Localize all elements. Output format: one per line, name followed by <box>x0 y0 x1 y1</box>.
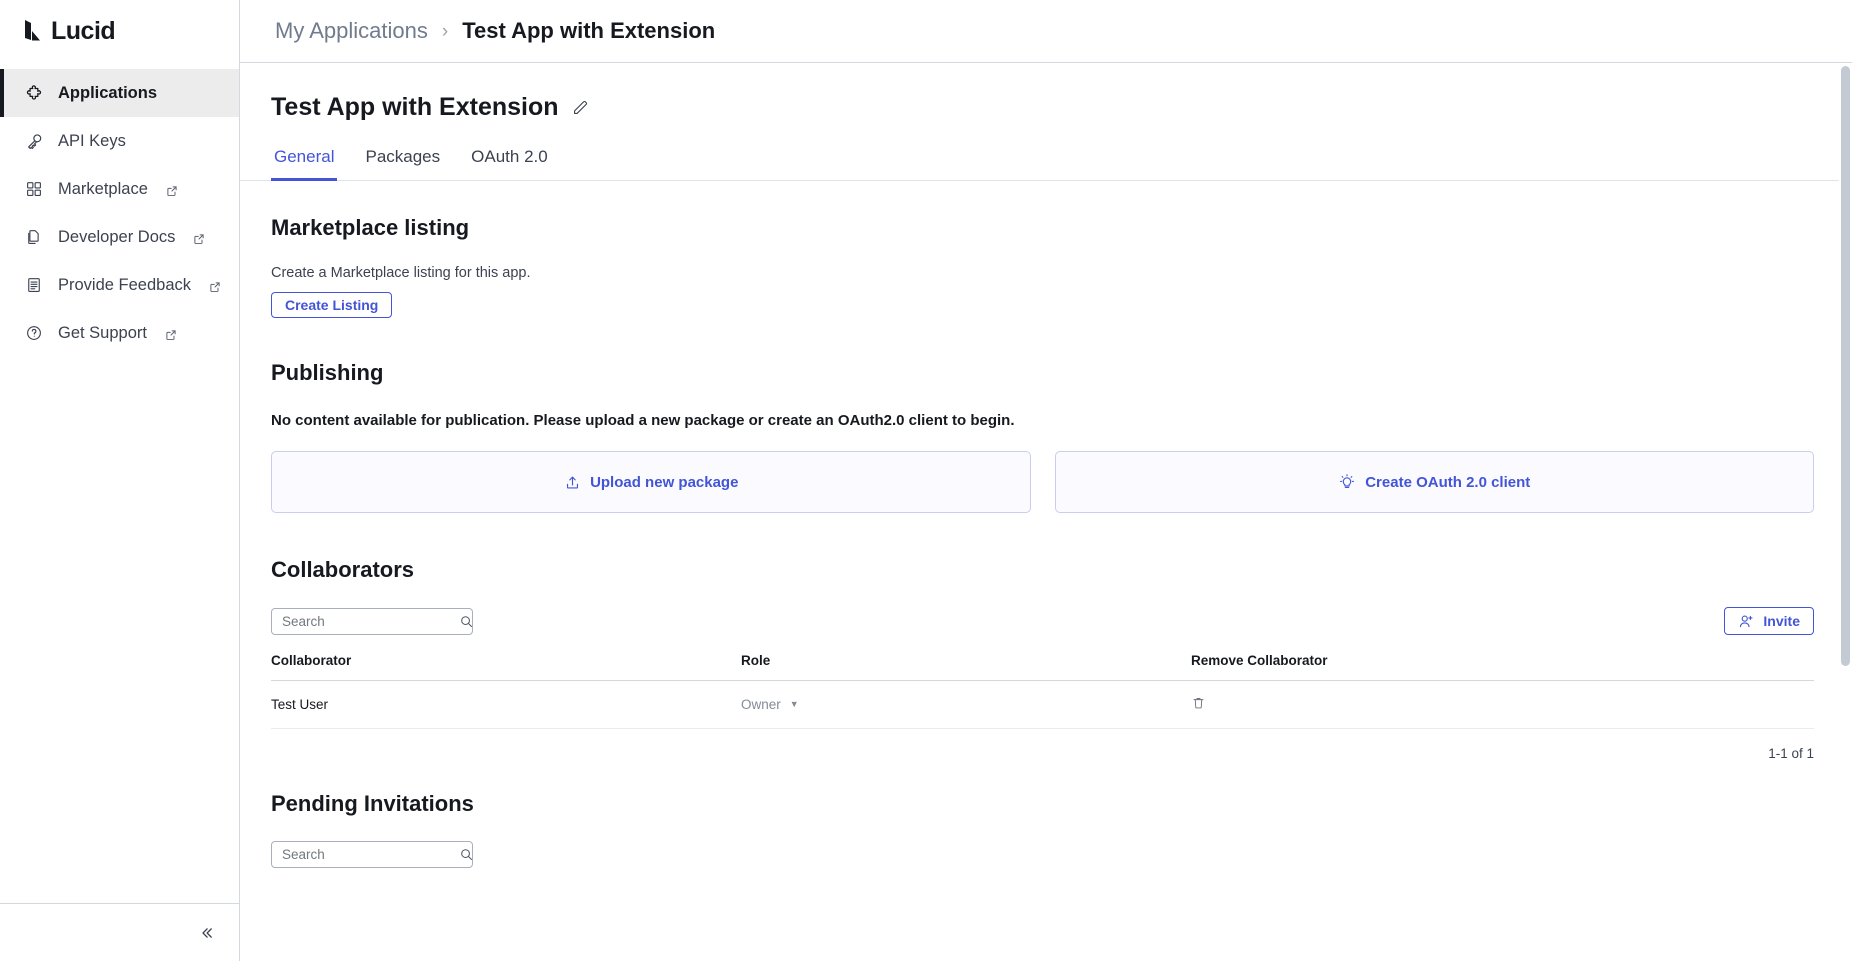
sidebar-nav: Applications API Keys Marketplace Develo… <box>0 63 239 357</box>
pencil-icon[interactable] <box>571 98 590 117</box>
column-header-remove-collaborator: Remove Collaborator <box>1191 653 1814 681</box>
breadcrumb-current: Test App with Extension <box>462 18 716 43</box>
pending-invitations-toolbar <box>271 841 1814 868</box>
sidebar-item-marketplace[interactable]: Marketplace <box>0 165 239 213</box>
collaborators-search-box[interactable] <box>271 607 474 635</box>
tab-packages[interactable]: Packages <box>362 147 443 181</box>
brand-header: Lucid <box>0 0 239 63</box>
invite-button-label: Invite <box>1763 613 1800 629</box>
cell-collaborator-name: Test User <box>271 680 741 729</box>
collaborators-section: Collaborators Search Invite Collaborator… <box>240 513 1852 761</box>
sidebar-item-label: Applications <box>58 83 158 102</box>
document-lines-icon <box>24 275 44 295</box>
main-area: My Applications › Test App with Extensio… <box>240 0 1852 961</box>
upload-icon <box>563 473 581 491</box>
chevron-double-left-icon[interactable] <box>191 918 221 948</box>
app-root: Lucid Applications API Keys Marketplace … <box>0 0 1852 961</box>
marketplace-heading: Marketplace listing <box>271 215 470 240</box>
key-icon <box>24 131 44 151</box>
upload-new-package-label: Upload new package <box>590 473 739 491</box>
search-icon[interactable] <box>459 847 474 862</box>
publishing-notice: No content available for publication. Pl… <box>271 412 1015 429</box>
vertical-scrollbar[interactable] <box>1839 63 1852 961</box>
invite-button[interactable]: Invite <box>1724 607 1814 635</box>
collaborators-heading: Collaborators <box>271 557 415 582</box>
marketplace-description: Create a Marketplace listing for this ap… <box>271 265 531 281</box>
sidebar-footer <box>0 903 239 961</box>
table-header-row: Collaborator Role Remove Collaborator <box>271 653 1814 681</box>
role-value: Owner <box>741 697 781 712</box>
external-link-icon <box>165 327 177 340</box>
sidebar-item-label: Get Support <box>58 323 147 342</box>
external-link-icon <box>166 183 178 196</box>
create-oauth-client-card[interactable]: Create OAuth 2.0 client <box>1054 451 1814 513</box>
collaborators-search-input[interactable] <box>282 613 459 629</box>
grid-icon <box>24 179 44 199</box>
trash-icon[interactable] <box>1191 695 1206 712</box>
collaborators-table: Collaborator Role Remove Collaborator Te… <box>271 653 1814 729</box>
collaborators-pagination: 1-1 of 1 <box>1768 746 1814 761</box>
documents-icon <box>24 227 44 247</box>
cell-role: Owner ▼ <box>741 680 1191 729</box>
upload-new-package-card[interactable]: Upload new package <box>271 451 1031 513</box>
sidebar-item-applications[interactable]: Applications <box>0 69 239 117</box>
sidebar: Lucid Applications API Keys Marketplace … <box>0 0 240 961</box>
sidebar-item-developer-docs[interactable]: Developer Docs <box>0 213 239 261</box>
sidebar-item-provide-feedback[interactable]: Provide Feedback <box>0 261 239 309</box>
brand-logo[interactable]: Lucid <box>22 16 116 45</box>
breadcrumb-parent-link[interactable]: My Applications <box>275 18 428 44</box>
cell-remove-collaborator <box>1191 680 1814 729</box>
external-link-icon <box>209 279 221 292</box>
question-circle-icon <box>24 323 44 343</box>
collaborators-toolbar: Invite <box>271 607 1814 635</box>
column-header-role: Role <box>741 653 1191 681</box>
puzzle-icon <box>24 83 44 103</box>
sidebar-item-api-keys[interactable]: API Keys <box>0 117 239 165</box>
breadcrumb-separator-icon: › <box>441 20 449 42</box>
breadcrumb: My Applications › Test App with Extensio… <box>275 18 715 44</box>
marketplace-listing-section: Marketplace listing Create a Marketplace… <box>240 181 1852 318</box>
publishing-actions: Upload new package Create OAuth 2.0 clie… <box>271 451 1814 513</box>
publishing-section: Publishing No content available for publ… <box>240 318 1852 513</box>
sidebar-item-label: Provide Feedback <box>58 275 191 294</box>
top-bar: My Applications › Test App with Extensio… <box>240 0 1852 63</box>
table-row: Test User Owner ▼ <box>271 680 1814 729</box>
pending-invitations-heading: Pending Invitations <box>271 791 474 816</box>
page-title: Test App with Extension <box>271 93 559 121</box>
content-scroll-area: Test App with Extension General Packages… <box>240 63 1852 961</box>
sidebar-item-label: Marketplace <box>58 179 148 198</box>
scrollbar-thumb[interactable] <box>1841 66 1850 666</box>
create-oauth-client-label: Create OAuth 2.0 client <box>1365 473 1531 491</box>
user-plus-icon <box>1738 613 1755 630</box>
lucid-logo-mark-icon <box>22 19 44 43</box>
column-header-collaborator: Collaborator <box>271 653 741 681</box>
sidebar-item-get-support[interactable]: Get Support <box>0 309 239 357</box>
role-dropdown[interactable]: Owner ▼ <box>741 697 799 712</box>
tab-oauth-2-0[interactable]: OAuth 2.0 <box>468 147 551 181</box>
pending-invitations-search-input[interactable] <box>282 847 459 862</box>
tab-bar: General Packages OAuth 2.0 <box>240 146 1852 181</box>
pending-invitations-section: Pending Invitations <box>240 761 1852 868</box>
lightbulb-icon <box>1338 473 1356 491</box>
page-header: Test App with Extension <box>240 63 1852 122</box>
sidebar-item-label: Developer Docs <box>58 227 176 246</box>
create-listing-button[interactable]: Create Listing <box>271 292 393 318</box>
sidebar-item-label: API Keys <box>58 131 126 150</box>
chevron-down-icon: ▼ <box>789 699 799 709</box>
publishing-heading: Publishing <box>271 360 384 385</box>
tab-general[interactable]: General <box>271 147 338 181</box>
brand-name: Lucid <box>51 16 116 45</box>
pending-invitations-search-box[interactable] <box>271 841 473 868</box>
search-icon[interactable] <box>459 614 474 629</box>
external-link-icon <box>193 231 205 244</box>
